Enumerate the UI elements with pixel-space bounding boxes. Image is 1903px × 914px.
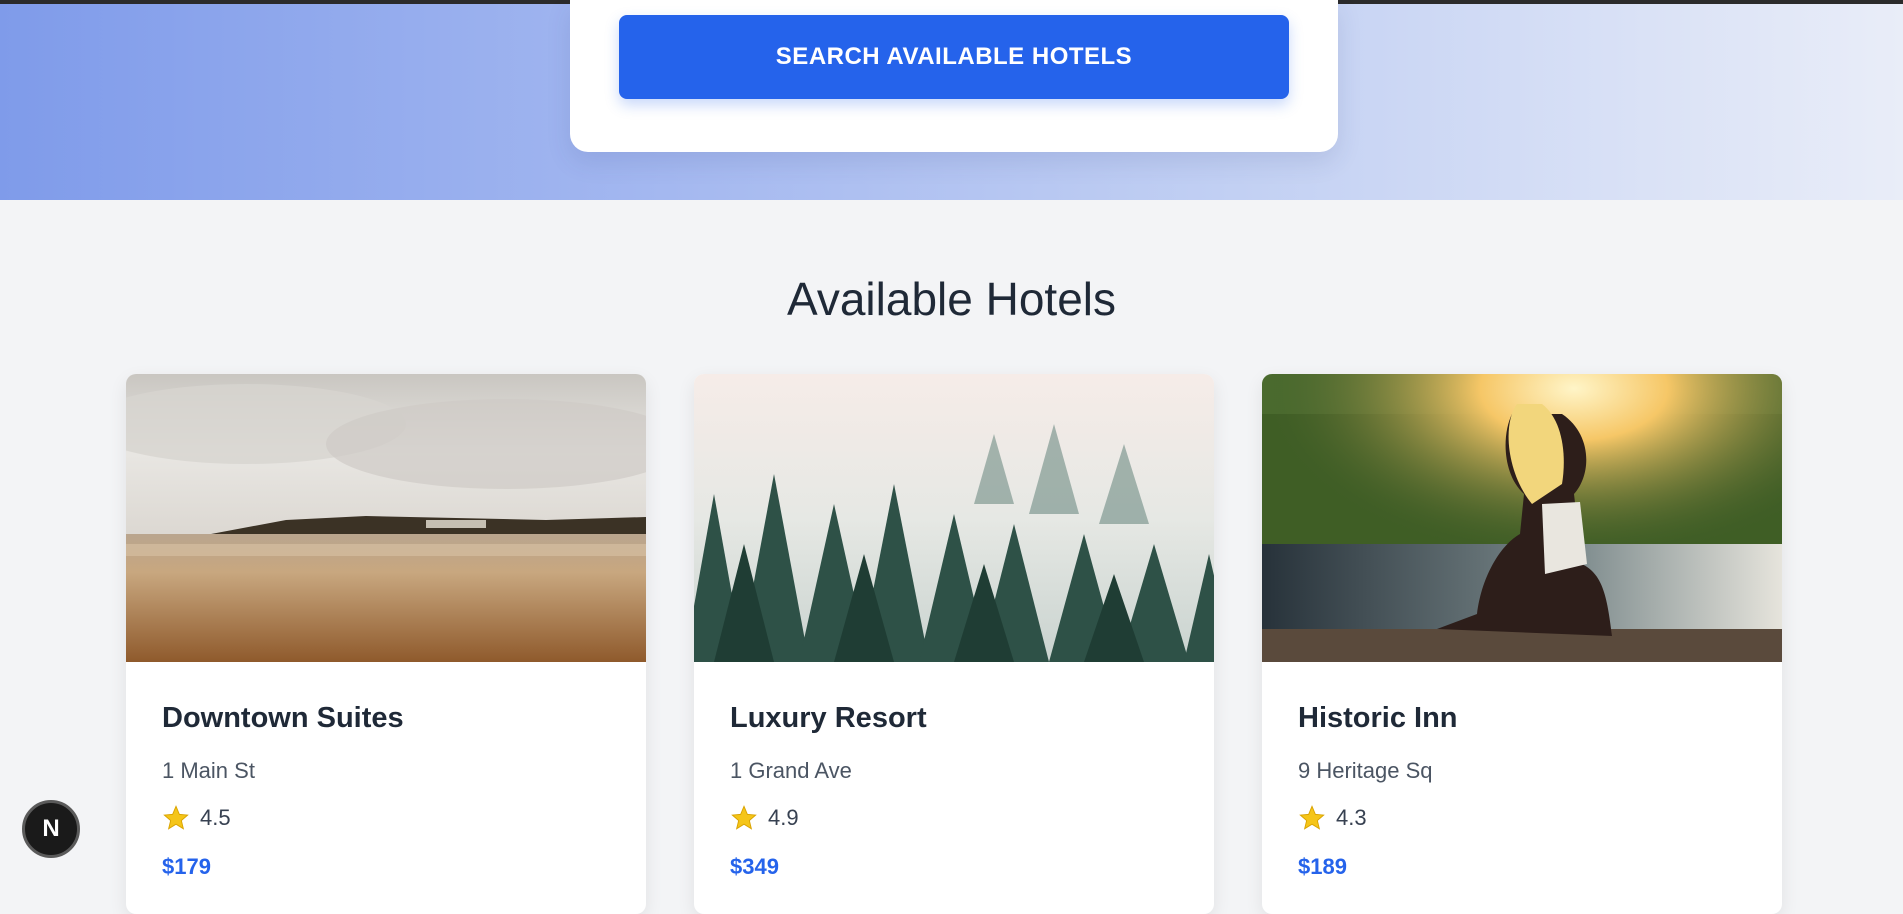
hotel-price: $349 [730, 854, 779, 879]
hotel-name: Historic Inn [1298, 702, 1458, 734]
hotel-rating: 4.9 [730, 804, 799, 832]
hotel-address: 1 Main St [162, 758, 255, 783]
hotel-card[interactable]: Luxury Resort 1 Grand Ave 4.9 $349 [694, 374, 1214, 914]
rating-value: 4.5 [200, 805, 231, 830]
hotel-card[interactable]: Historic Inn 9 Heritage Sq 4.3 $189 [1262, 374, 1782, 914]
star-icon [163, 805, 189, 830]
hotel-price: $189 [1298, 854, 1347, 879]
star-icon [1299, 805, 1325, 830]
hotel-address: 1 Grand Ave [730, 758, 852, 783]
nextjs-dev-badge[interactable]: N [22, 800, 80, 858]
hotel-name: Downtown Suites [162, 702, 404, 734]
hotel-rating: 4.3 [1298, 804, 1367, 832]
badge-label: N [42, 815, 60, 842]
search-panel: SEARCH AVAILABLE HOTELS [570, 0, 1338, 152]
hotel-name: Luxury Resort [730, 702, 927, 734]
hotel-image-sunset [1262, 374, 1782, 662]
hotel-card[interactable]: Downtown Suites 1 Main St 4.5 $179 [126, 374, 646, 914]
hotel-address: 9 Heritage Sq [1298, 758, 1433, 783]
rating-value: 4.9 [768, 805, 799, 830]
search-hotels-button[interactable]: SEARCH AVAILABLE HOTELS [619, 15, 1289, 99]
section-title: Available Hotels [786, 273, 1116, 325]
hotel-image-forest [694, 374, 1214, 662]
hotel-rating: 4.5 [162, 804, 231, 832]
star-icon [731, 805, 757, 830]
hotel-price: $179 [162, 854, 211, 879]
hotel-image-beach [126, 374, 646, 662]
rating-value: 4.3 [1336, 805, 1367, 830]
